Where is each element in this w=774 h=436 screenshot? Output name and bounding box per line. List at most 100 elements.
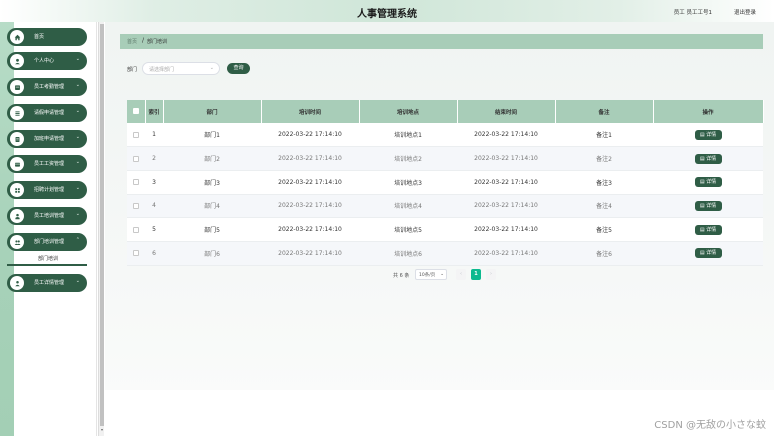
cell-note: 备注3 bbox=[555, 170, 653, 195]
sidebar-subitem-dept-training[interactable]: 部门培训 bbox=[7, 253, 87, 266]
cell-dept: 部门5 bbox=[163, 217, 261, 242]
table-header-row: 索引 部门 培训时间 培训地点 结束时间 备注 操作 bbox=[127, 100, 764, 123]
table-row: 6 部门6 2022-03-22 17:14:10 培训地点6 2022-03-… bbox=[127, 241, 763, 266]
training-table: 索引 部门 培训时间 培训地点 结束时间 备注 操作 1 部门1 2022-03… bbox=[127, 100, 764, 266]
breadcrumb: 首页 / 部门培训 bbox=[120, 34, 763, 49]
sidebar-item-label: 员工详情管理 bbox=[34, 280, 65, 286]
grid-icon bbox=[10, 183, 24, 197]
row-checkbox[interactable] bbox=[133, 155, 139, 162]
cell-location: 培训地点1 bbox=[359, 123, 457, 148]
cell-note: 备注1 bbox=[555, 123, 653, 148]
cell-note: 备注2 bbox=[555, 146, 653, 171]
select-all-checkbox[interactable] bbox=[132, 108, 139, 115]
cell-note: 备注4 bbox=[555, 194, 653, 219]
cell-location: 培训地点6 bbox=[359, 241, 457, 266]
detail-button-label: 详情 bbox=[706, 250, 717, 257]
sidebar-item-dept-training[interactable]: 部门培训管理 ⌃ bbox=[7, 233, 87, 251]
cell-train-time: 2022-03-22 17:14:10 bbox=[261, 217, 359, 242]
column-header: 备注 bbox=[555, 100, 654, 123]
chevron-down-icon: ⌄ bbox=[440, 272, 444, 277]
cell-train-time: 2022-03-22 17:14:10 bbox=[261, 194, 359, 219]
dept-filter-label: 部门 bbox=[127, 67, 138, 73]
sidebar-item-label: 个人中心 bbox=[34, 58, 55, 64]
column-header: 培训时间 bbox=[261, 100, 360, 123]
cell-location: 培训地点4 bbox=[359, 194, 457, 219]
team-icon bbox=[10, 235, 24, 249]
row-checkbox[interactable] bbox=[133, 202, 139, 209]
chevron-down-icon: ⌄ bbox=[75, 278, 80, 284]
sidebar-item-personal-center[interactable]: 个人中心 ⌄ bbox=[7, 52, 87, 70]
app-title: 人事管理系统 bbox=[357, 9, 417, 20]
cell-location: 培训地点3 bbox=[359, 170, 457, 195]
column-header: 部门 bbox=[163, 100, 262, 123]
cell-dept: 部门1 bbox=[163, 123, 261, 148]
sidebar-item-label: 请假申请管理 bbox=[34, 110, 65, 116]
cell-index: 6 bbox=[145, 241, 163, 266]
cell-note: 备注6 bbox=[555, 241, 653, 266]
cell-dept: 部门6 bbox=[163, 241, 261, 266]
detail-button[interactable]: ▤ 详情 bbox=[694, 248, 722, 259]
document-icon bbox=[10, 132, 24, 146]
sidebar-subitem-label: 部门培训 bbox=[38, 256, 59, 262]
scroll-thumb[interactable] bbox=[100, 24, 104, 426]
cell-train-time: 2022-03-22 17:14:10 bbox=[261, 170, 359, 195]
cell-dept: 部门3 bbox=[163, 170, 261, 195]
cell-end-time: 2022-03-22 17:14:10 bbox=[457, 146, 555, 171]
row-checkbox[interactable] bbox=[133, 226, 139, 233]
cell-index: 3 bbox=[145, 170, 163, 195]
sidebar-item-attendance[interactable]: 员工考勤管理 ⌄ bbox=[7, 78, 87, 96]
sidebar-item-label: 员工工资管理 bbox=[34, 161, 65, 167]
sidebar-scrollbar[interactable]: ▾ bbox=[98, 22, 104, 436]
sidebar-item-recruitment[interactable]: 招聘计划管理 ⌄ bbox=[7, 181, 87, 199]
pagination-total: 共 6 条 bbox=[393, 273, 410, 279]
next-page-button[interactable]: › bbox=[486, 269, 496, 280]
cell-location: 培训地点2 bbox=[359, 146, 457, 171]
cell-end-time: 2022-03-22 17:14:10 bbox=[457, 170, 555, 195]
sidebar-item-label: 招聘计划管理 bbox=[34, 187, 65, 193]
cell-index: 4 bbox=[145, 194, 163, 219]
wallet-icon bbox=[10, 157, 24, 171]
chevron-down-icon: ⌄ bbox=[75, 134, 80, 140]
chevron-down-icon: ⌄ bbox=[75, 211, 80, 217]
table-row: 4 部门4 2022-03-22 17:14:10 培训地点4 2022-03-… bbox=[127, 194, 763, 219]
sidebar-item-overtime[interactable]: 加班申请管理 ⌄ bbox=[7, 130, 87, 148]
chevron-down-icon: ⌄ bbox=[75, 159, 80, 165]
cell-dept: 部门4 bbox=[163, 194, 261, 219]
row-checkbox[interactable] bbox=[133, 250, 139, 257]
detail-button[interactable]: ▤ 详情 bbox=[694, 177, 722, 188]
cell-note: 备注5 bbox=[555, 217, 653, 242]
breadcrumb-home[interactable]: 首页 bbox=[127, 38, 137, 45]
chevron-down-icon: ⌄ bbox=[209, 65, 214, 71]
page-size-select[interactable]: 10条/页 ⌄ bbox=[415, 269, 447, 280]
logout-link[interactable]: 退出登录 bbox=[734, 8, 756, 16]
chevron-down-icon: ⌄ bbox=[75, 56, 80, 62]
sidebar-item-employee-training[interactable]: 员工培训管理 ⌄ bbox=[7, 207, 87, 225]
query-button[interactable]: 查询 bbox=[227, 63, 250, 74]
cell-location: 培训地点5 bbox=[359, 217, 457, 242]
detail-button[interactable]: ▤ 详情 bbox=[694, 200, 722, 211]
prev-page-button[interactable]: ‹ bbox=[456, 269, 466, 280]
sidebar-item-leave[interactable]: 请假申请管理 ⌄ bbox=[7, 104, 87, 122]
chevron-up-icon: ⌃ bbox=[75, 237, 80, 243]
sidebar-item-label: 员工考勤管理 bbox=[34, 84, 65, 90]
row-checkbox[interactable] bbox=[133, 131, 139, 138]
row-checkbox[interactable] bbox=[133, 179, 139, 186]
cell-end-time: 2022-03-22 17:14:10 bbox=[457, 123, 555, 148]
column-header: 结束时间 bbox=[457, 100, 556, 123]
sidebar-item-label: 员工培训管理 bbox=[34, 213, 65, 219]
detail-button[interactable]: ▤ 详情 bbox=[694, 153, 722, 164]
detail-button[interactable]: ▤ 详情 bbox=[694, 129, 722, 140]
page-number-current[interactable]: 1 bbox=[471, 269, 481, 280]
dept-select[interactable]: 请选择部门 ⌄ bbox=[142, 62, 220, 75]
table-row: 5 部门5 2022-03-22 17:14:10 培训地点5 2022-03-… bbox=[127, 217, 763, 242]
detail-button-label: 详情 bbox=[706, 226, 717, 233]
chevron-down-icon: ⌄ bbox=[75, 185, 80, 191]
sidebar-item-home[interactable]: 首页 bbox=[7, 28, 87, 46]
sidebar-item-employee-details[interactable]: 员工详情管理 ⌄ bbox=[7, 274, 87, 292]
column-header: 操作 bbox=[653, 100, 764, 123]
sidebar-item-salary[interactable]: 员工工资管理 ⌄ bbox=[7, 155, 87, 173]
column-header: 培训地点 bbox=[359, 100, 458, 123]
column-header: 索引 bbox=[145, 100, 164, 123]
detail-button[interactable]: ▤ 详情 bbox=[694, 224, 722, 235]
cell-index: 2 bbox=[145, 146, 163, 171]
